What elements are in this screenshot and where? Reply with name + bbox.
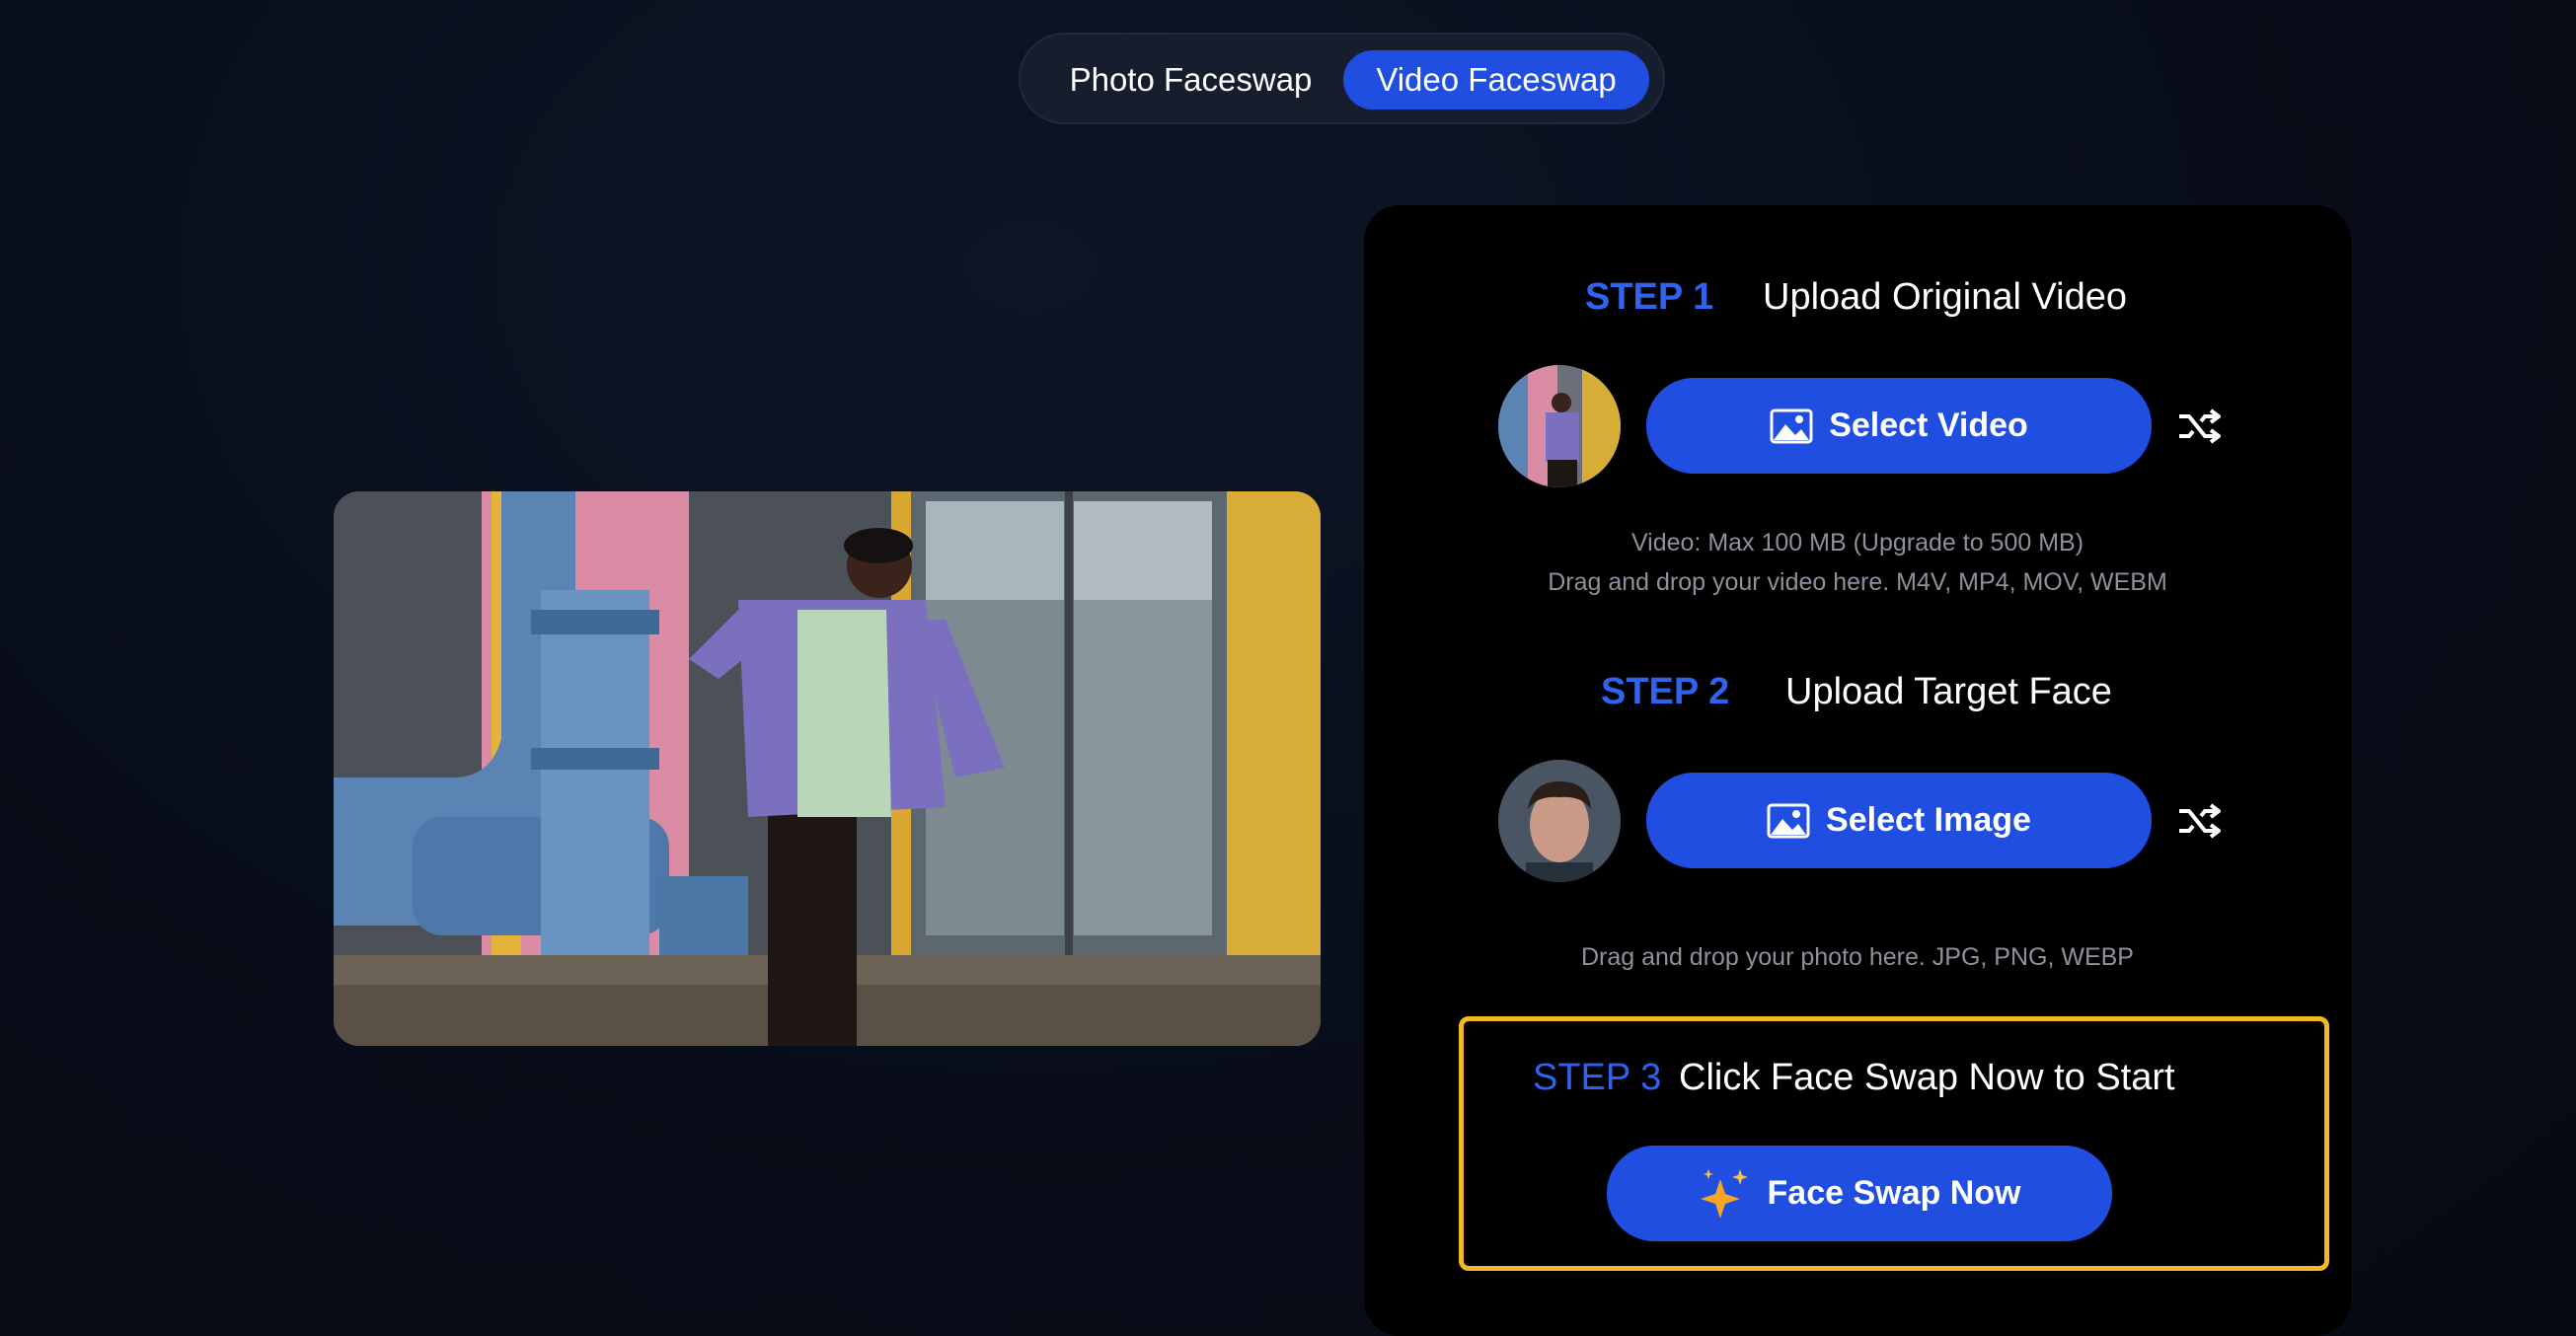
video-preview [334,491,1321,1046]
step2-title: Upload Target Face [1785,671,2112,712]
face-swap-now-button[interactable]: Face Swap Now [1607,1146,2112,1241]
shuffle-icon[interactable] [2175,797,2223,845]
video-format-hint: Drag and drop your video here. M4V, MP4,… [1548,568,2167,596]
faceswap-steps-panel: STEP 1 Upload Original Video Select Vide… [1364,205,2351,1336]
sample-face-thumbnail-image [1498,760,1621,882]
step1-label: STEP 1 [1585,276,1714,318]
video-size-hint: Video: Max 100 MB (Upgrade to 500 MB) [1630,529,2084,557]
photo-format-hint: Drag and drop your photo here. JPG, PNG,… [1581,943,2134,971]
sample-video-thumbnail[interactable] [1498,365,1621,487]
step3-title: Click Face Swap Now to Start [1679,1057,2175,1098]
step1-title: Upload Original Video [1763,276,2127,318]
tab-video-faceswap[interactable]: Video Faceswap [1343,50,1649,110]
shuffle-icon[interactable] [2175,403,2223,450]
sample-face-thumbnail[interactable] [1498,760,1621,882]
sample-video-thumbnail-image [1498,365,1621,487]
step3-highlight-box: STEP 3 Click Face Swap Now to Start Face… [1459,1016,2329,1271]
tab-photo-faceswap[interactable]: Photo Faceswap [1040,50,1341,110]
face-swap-now-label: Face Swap Now [1767,1174,2021,1212]
select-image-label: Select Image [1826,801,2031,839]
step2-label: STEP 2 [1601,671,1730,712]
select-video-button[interactable]: Select Video [1646,378,2152,474]
image-icon [1770,408,1813,443]
select-image-button[interactable]: Select Image [1646,773,2152,868]
video-preview-frame [334,491,1321,1046]
sparkle-icon [1700,1168,1748,1219]
image-icon [1767,803,1810,838]
mode-tab-switch: Photo Faceswap Video Faceswap [1019,33,1665,124]
select-video-label: Select Video [1829,407,2028,444]
step3-label: STEP 3 [1533,1057,1662,1098]
